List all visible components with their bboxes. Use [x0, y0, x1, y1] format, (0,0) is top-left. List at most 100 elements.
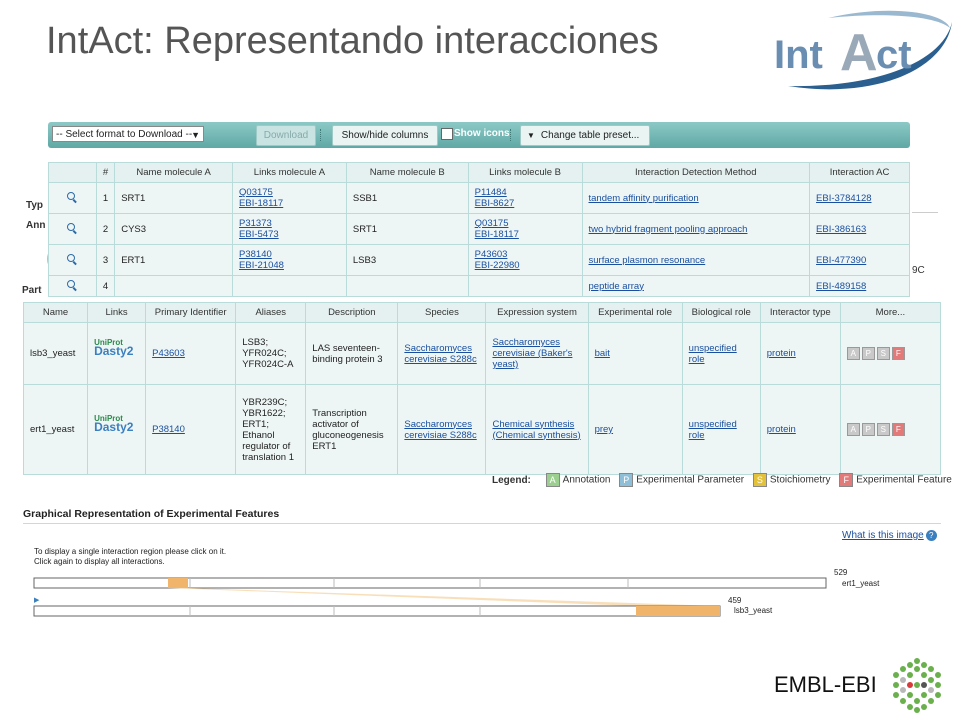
stoichiometry-badge[interactable]: S [876, 347, 890, 360]
legend-text-stoichiometry: Stoichiometry [769, 474, 831, 486]
interactions-header-row: # Name molecule A Links molecule A Name … [48, 162, 910, 183]
col-header-links-b[interactable]: Links molecule B [467, 162, 583, 183]
lsb3-length: 459 [728, 596, 742, 605]
annotation-badge[interactable]: A [846, 347, 860, 360]
row-number: 3 [95, 244, 116, 276]
molecule-b-uniprot-link[interactable]: P43603 [475, 249, 508, 260]
molecule-a-name: ERT1 [114, 244, 234, 276]
show-icons-checkbox[interactable] [441, 128, 453, 140]
uniprot-dasty-logo[interactable]: UniProt Dasty2 [94, 338, 138, 370]
col-header-view [48, 162, 97, 183]
embl-ebi-logo-icon [893, 658, 941, 713]
graph-title: Graphical Representation of Experimental… [23, 508, 280, 520]
toolbar-separator [510, 129, 513, 141]
biological-role-link[interactable]: unspecified role [689, 343, 737, 365]
molecule-a-name: CYS3 [114, 213, 234, 245]
graph-instructions: To display a single interaction region p… [34, 547, 226, 567]
molecule-a-intact-link[interactable]: EBI-18117 [239, 198, 283, 209]
logo-a: A [840, 24, 878, 82]
col-header-aliases[interactable]: Aliases [235, 302, 307, 323]
change-preset-button[interactable]: ▼ Change table preset... [520, 125, 650, 146]
interactor-type-link[interactable]: protein [767, 348, 796, 359]
col-header-species[interactable]: Species [397, 302, 487, 323]
format-select[interactable]: -- Select format to Download -- ▼ [52, 126, 204, 142]
interaction-ac-link[interactable]: EBI-477390 [816, 255, 866, 266]
intact-logo: Int A ct [774, 10, 952, 90]
interactor-type-link[interactable]: protein [767, 424, 796, 435]
uniprot-dasty-logo[interactable]: UniProt Dasty2 [94, 414, 138, 446]
col-header-num[interactable]: # [95, 162, 116, 183]
interaction-ac-link[interactable]: EBI-3784128 [816, 193, 871, 204]
fragment-ann: Ann [26, 220, 46, 231]
feature-badge[interactable]: F [891, 347, 905, 360]
legend-label: Legend: [492, 474, 531, 486]
molecule-a-uniprot-link[interactable]: P38140 [239, 249, 272, 260]
download-button[interactable]: Download [256, 125, 316, 146]
molecule-b-uniprot-link[interactable]: P11484 [475, 187, 507, 198]
parameter-badge[interactable]: P [861, 423, 875, 436]
table-row: 4 peptide array EBI-489158 [48, 275, 910, 297]
experimental-role-link[interactable]: prey [595, 424, 613, 435]
col-header-ac[interactable]: Interaction AC [809, 162, 910, 183]
col-header-bio-role[interactable]: Biological role [681, 302, 761, 323]
molecule-b-intact-link[interactable]: EBI-18117 [475, 229, 519, 240]
col-header-method[interactable]: Interaction Detection Method [581, 162, 811, 183]
col-header-name[interactable]: Name [22, 302, 89, 323]
molecule-a-uniprot-link[interactable]: Q03175 [239, 187, 273, 198]
row-number: 1 [95, 182, 116, 214]
legend-key-annotation: A [545, 473, 560, 487]
col-header-name-b[interactable]: Name molecule B [345, 162, 469, 183]
legend: Legend: A Annotation P Experimental Parame… [492, 473, 952, 487]
biological-role-link[interactable]: unspecified role [689, 419, 737, 441]
col-header-interactor-type[interactable]: Interactor type [759, 302, 841, 323]
primary-identifier-link[interactable]: P38140 [152, 424, 185, 435]
col-header-description[interactable]: Description [305, 302, 399, 323]
magnifier-icon[interactable] [67, 222, 77, 233]
col-header-links[interactable]: Links [87, 302, 147, 323]
show-icons-label: Show icons [454, 128, 510, 139]
col-header-links-a[interactable]: Links molecule A [232, 162, 347, 183]
col-header-exp-role[interactable]: Experimental role [587, 302, 683, 323]
molecule-a-uniprot-link[interactable]: P31373 [239, 218, 272, 229]
molecule-b-intact-link[interactable]: EBI-22980 [475, 260, 520, 271]
help-link[interactable]: What is this image? [842, 530, 937, 541]
expression-system-link[interactable]: Chemical synthesis (Chemical synthesis) [492, 419, 580, 441]
experimental-role-link[interactable]: bait [595, 348, 610, 359]
feature-badge[interactable]: F [891, 423, 905, 436]
molecule-a-intact-link[interactable]: EBI-21048 [239, 260, 284, 271]
molecule-a-intact-link[interactable]: EBI-5473 [239, 229, 279, 240]
table-row: 1 SRT1 Q03175 EBI-18117 SSB1 P11484 EBI-86… [48, 182, 910, 214]
expression-system-link[interactable]: Saccharomyces cerevisiae (Baker's yeast) [492, 337, 572, 370]
stoichiometry-badge[interactable]: S [876, 423, 890, 436]
molecule-b-intact-link[interactable]: EBI-8627 [475, 198, 515, 209]
parameter-badge[interactable]: P [861, 347, 875, 360]
magnifier-icon[interactable] [67, 279, 77, 290]
detection-method-link[interactable]: surface plasmon resonance [589, 255, 706, 266]
col-header-expression[interactable]: Expression system [485, 302, 589, 323]
annotation-badge[interactable]: A [846, 423, 860, 436]
col-header-primary-id[interactable]: Primary Identifier [145, 302, 237, 323]
description: LAS seventeen-binding protein 3 [305, 322, 399, 385]
participant-name: ert1_yeast [22, 384, 89, 475]
col-header-more[interactable]: More... [839, 302, 942, 323]
detection-method-link[interactable]: two hybrid fragment pooling approach [589, 224, 748, 235]
instruction-line-2: Click again to display all interactions. [34, 557, 165, 566]
logo-ct: ct [876, 33, 912, 77]
interaction-ac-link[interactable]: EBI-386163 [816, 224, 866, 235]
detection-method-link[interactable]: tandem affinity purification [589, 193, 699, 204]
interaction-ac-link[interactable]: EBI-489158 [816, 281, 866, 292]
species-link[interactable]: Saccharomyces cerevisiae S288c [404, 419, 476, 441]
molecule-b-uniprot-link[interactable]: Q03175 [475, 218, 509, 229]
description: Transcription activator of gluconeogenes… [305, 384, 399, 475]
chevron-down-icon: ▼ [191, 130, 200, 140]
primary-identifier-link[interactable]: P43603 [152, 348, 185, 359]
show-hide-columns-button[interactable]: Show/hide columns [332, 125, 438, 146]
table-row: lsb3_yeast UniProt Dasty2 P43603 LSB3; YF… [22, 322, 942, 385]
col-header-name-a[interactable]: Name molecule A [114, 162, 234, 183]
detection-method-link[interactable]: peptide array [589, 281, 644, 292]
legend-key-stoichiometry: S [752, 473, 767, 487]
magnifier-icon[interactable] [67, 253, 77, 264]
magnifier-icon[interactable] [67, 191, 77, 202]
lsb3-track-label: lsb3_yeast [734, 606, 773, 615]
species-link[interactable]: Saccharomyces cerevisiae S288c [404, 343, 476, 365]
